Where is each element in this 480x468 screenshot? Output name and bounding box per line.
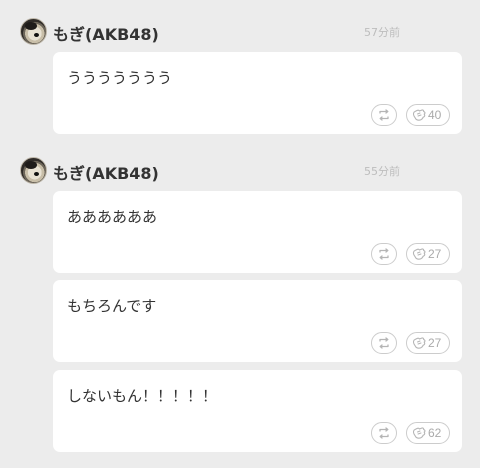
clap-button[interactable]: 40: [406, 104, 450, 126]
message-card: しないもん！！！！！ 62: [53, 370, 462, 452]
message-card: もちろんです 27: [53, 280, 462, 362]
clap-icon: [411, 426, 427, 440]
timestamp: 57分前: [364, 26, 400, 39]
clap-count: 27: [428, 247, 442, 261]
clap-icon: [411, 336, 427, 350]
clap-icon: [411, 108, 427, 122]
username[interactable]: もぎ(AKB48): [53, 160, 159, 184]
repost-icon: [377, 108, 391, 122]
avatar[interactable]: [20, 18, 47, 45]
repost-icon: [377, 426, 391, 440]
message-feed: もぎ(AKB48) 57分前 ううううううう 40 もぎ(AKB48) 55分前…: [0, 0, 480, 468]
repost-button[interactable]: [371, 332, 397, 354]
message-text: もちろんです: [67, 297, 157, 315]
clap-count: 62: [428, 426, 442, 440]
clap-count: 40: [428, 108, 442, 122]
repost-button[interactable]: [371, 422, 397, 444]
post-header: もぎ(AKB48) 55分前: [20, 157, 410, 187]
clap-button[interactable]: 62: [406, 422, 450, 444]
timestamp: 55分前: [364, 165, 400, 178]
message-card: ううううううう 40: [53, 52, 462, 134]
repost-icon: [377, 336, 391, 350]
avatar[interactable]: [20, 157, 47, 184]
message-text: ううううううう: [67, 69, 173, 87]
clap-button[interactable]: 27: [406, 332, 450, 354]
clap-button[interactable]: 27: [406, 243, 450, 265]
username[interactable]: もぎ(AKB48): [53, 21, 159, 45]
repost-button[interactable]: [371, 104, 397, 126]
message-text: ああああああ: [67, 208, 158, 226]
repost-icon: [377, 247, 391, 261]
repost-button[interactable]: [371, 243, 397, 265]
message-card: ああああああ 27: [53, 191, 462, 273]
message-text: しないもん！！！！！: [67, 387, 218, 405]
clap-icon: [411, 247, 427, 261]
clap-count: 27: [428, 336, 442, 350]
post-header: もぎ(AKB48) 57分前: [20, 18, 410, 48]
